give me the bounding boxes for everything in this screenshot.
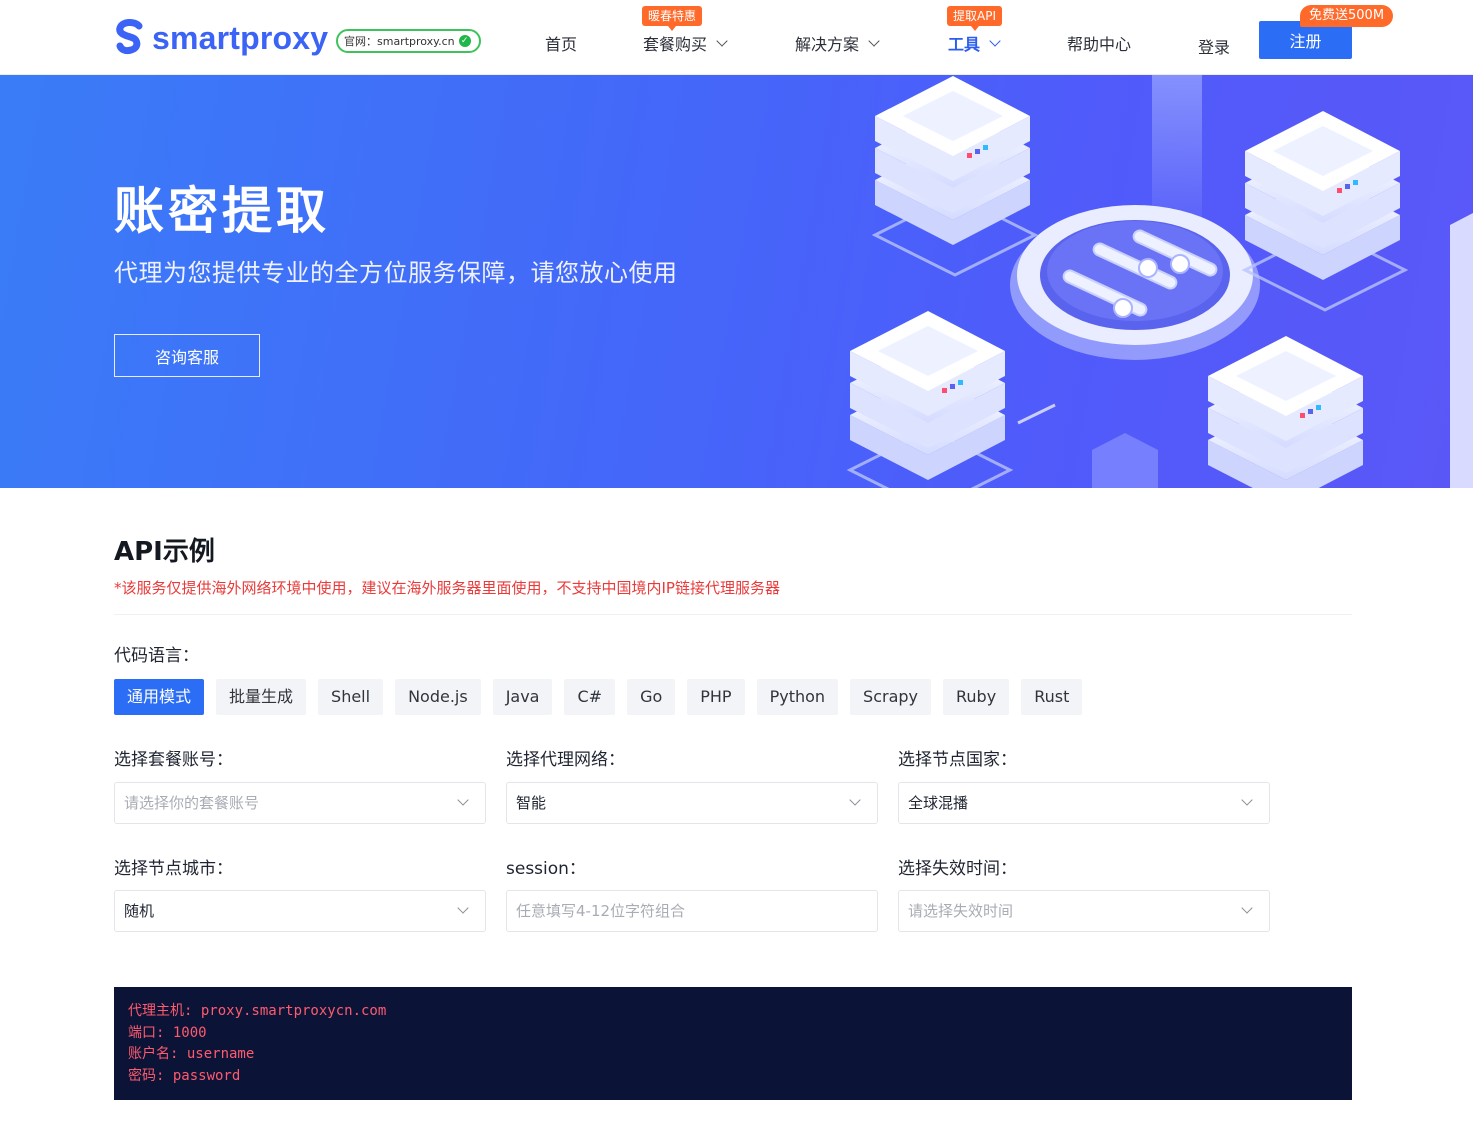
nav-item-label: 工具	[948, 35, 981, 54]
promo-badge: 暖春特惠	[642, 6, 703, 31]
lang-tab-go[interactable]: Go	[627, 679, 676, 715]
smartproxy-logo-icon	[116, 19, 143, 55]
verified-check-icon: ✓	[458, 35, 471, 47]
code-output[interactable]: 代理主机: proxy.smartproxycn.com 端口: 1000 账户…	[114, 987, 1352, 1100]
network-select[interactable]: 智能	[506, 782, 878, 824]
logo[interactable]: smartproxy	[112, 18, 328, 58]
nav-item-label: 首页	[545, 35, 578, 54]
lang-tab-rust[interactable]: Rust	[1021, 679, 1083, 715]
chevron-down-icon	[457, 794, 469, 806]
lang-tab-csharp[interactable]: C#	[564, 679, 616, 715]
network-value: 智能	[516, 794, 547, 812]
chevron-down-icon	[989, 35, 1001, 47]
account-placeholder: 请选择你的套餐账号	[124, 794, 260, 812]
login-label: 登录	[1198, 38, 1231, 57]
login-link[interactable]: 登录	[1198, 34, 1230, 58]
code-line-password: 密码: password	[128, 1067, 241, 1084]
code-language-tabs: 通用模式 批量生成 Shell Node.js Java C# Go PHP P…	[114, 679, 1094, 715]
warning-note: *该服务仅提供海外网络环境中使用，建议在海外服务器里面使用，不支持中国境内IP链…	[114, 579, 780, 597]
hero-banner: 账密提取 代理为您提供专业的全方位服务保障，请您放心使用 咨询客服	[0, 75, 1473, 488]
session-label: session：	[506, 859, 586, 879]
chevron-down-icon	[457, 902, 469, 914]
country-select[interactable]: 全球混播	[898, 782, 1270, 824]
lang-tab-ruby[interactable]: Ruby	[943, 679, 1010, 715]
lang-tab-php[interactable]: PHP	[687, 679, 745, 715]
network-label: 选择代理网络：	[506, 750, 625, 770]
country-label: 选择节点国家：	[898, 750, 1017, 770]
official-site-badge: 官网：smartproxy.cn ✓	[336, 29, 481, 53]
official-site-label: 官网：smartproxy.cn	[344, 35, 455, 48]
nav-item-label: 帮助中心	[1067, 35, 1132, 54]
expire-label: 选择失效时间：	[898, 859, 1017, 879]
free-trial-badge: 免费送500M	[1300, 5, 1394, 27]
city-label: 选择节点城市：	[114, 859, 233, 879]
nav-item-home[interactable]: 首页	[545, 31, 577, 55]
city-select[interactable]: 随机	[114, 890, 486, 932]
code-line-port: 端口: 1000	[128, 1024, 207, 1041]
hero-subtitle: 代理为您提供专业的全方位服务保障，请您放心使用	[114, 259, 678, 287]
country-value: 全球混播	[908, 794, 969, 812]
server-illustration	[846, 75, 1473, 488]
city-value: 随机	[124, 902, 155, 920]
chevron-down-icon	[868, 35, 880, 47]
logo-text: smartproxy	[152, 19, 329, 56]
lang-tab-batch[interactable]: 批量生成	[216, 679, 307, 715]
nav-item-label: 解决方案	[795, 35, 860, 54]
nav-item-tools[interactable]: 工具	[948, 31, 1001, 55]
top-navbar: smartproxy 官网：smartproxy.cn ✓ 首页 暖春特惠 套餐…	[0, 0, 1473, 75]
code-line-host: 代理主机: proxy.smartproxycn.com	[128, 1003, 387, 1019]
nav-item-packages[interactable]: 套餐购买	[643, 31, 728, 55]
chevron-down-icon	[1241, 902, 1253, 914]
lang-tab-nodejs[interactable]: Node.js	[395, 679, 481, 715]
code-line-username: 账户名: username	[128, 1046, 255, 1062]
account-select[interactable]: 请选择你的套餐账号	[114, 782, 486, 824]
account-label: 选择套餐账号：	[114, 750, 233, 770]
section-title: API示例	[114, 537, 215, 567]
contact-support-button[interactable]: 咨询客服	[114, 334, 260, 377]
divider	[114, 614, 1352, 615]
lang-tab-shell[interactable]: Shell	[318, 679, 384, 715]
chevron-down-icon	[849, 794, 861, 806]
expire-placeholder: 请选择失效时间	[908, 902, 1014, 920]
lang-tab-python[interactable]: Python	[756, 679, 839, 715]
chevron-down-icon	[1241, 794, 1253, 806]
hero-title: 账密提取	[114, 181, 330, 240]
api-badge: 提取API	[947, 6, 1002, 31]
session-input[interactable]	[506, 890, 878, 932]
nav-item-solutions[interactable]: 解决方案	[795, 31, 880, 55]
code-language-label: 代码语言：	[114, 646, 199, 666]
lang-tab-scrapy[interactable]: Scrapy	[850, 679, 932, 715]
nav-item-help-center[interactable]: 帮助中心	[1067, 31, 1131, 55]
lang-tab-java[interactable]: Java	[492, 679, 553, 715]
nav-item-label: 套餐购买	[643, 35, 708, 54]
expire-select[interactable]: 请选择失效时间	[898, 890, 1270, 932]
lang-tab-general[interactable]: 通用模式	[114, 679, 205, 715]
chevron-down-icon	[716, 35, 728, 47]
